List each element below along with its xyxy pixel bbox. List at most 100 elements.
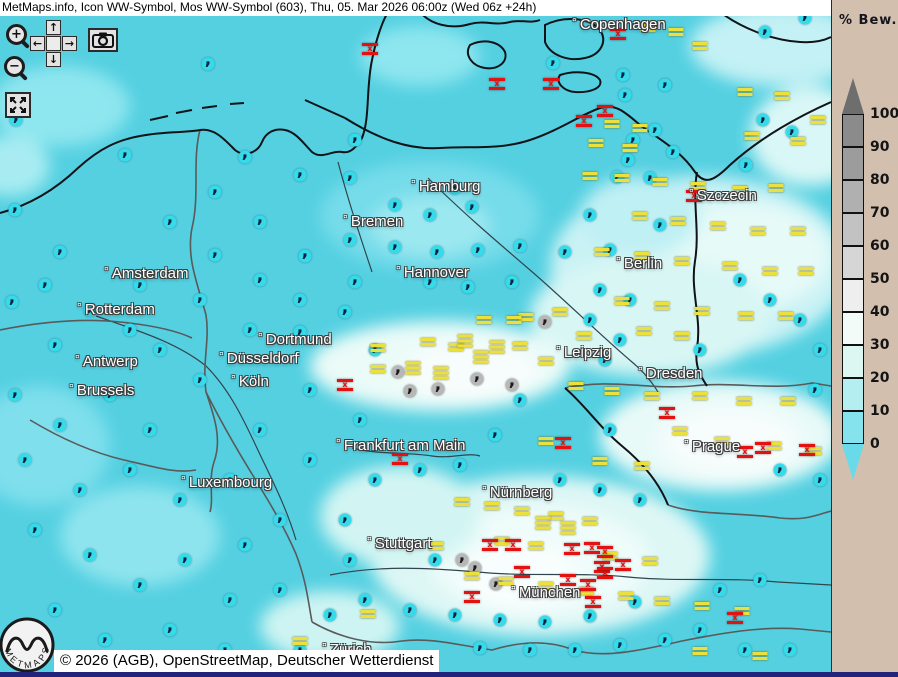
drizzle-icon [124, 464, 137, 477]
mist-icon [371, 344, 386, 352]
map-canvas[interactable]: °Copenhagen°Hamburg°Bremen°Hannover°Amst… [0, 16, 831, 677]
pan-down-button[interactable]: ↓ [46, 52, 61, 67]
city-label: °Berlin [616, 254, 662, 272]
drizzle-icon [164, 624, 177, 637]
drizzle-icon [54, 246, 67, 259]
mist-icon [673, 427, 688, 435]
legend-segment [842, 213, 864, 246]
drizzle-icon [714, 584, 727, 597]
drizzle-icon [254, 274, 267, 287]
city-marker-icon: ° [638, 364, 643, 378]
fog-icon [536, 517, 551, 530]
snapshot-button[interactable] [88, 28, 118, 52]
drizzle-icon [494, 614, 507, 627]
basemap [0, 16, 831, 677]
legend-arrow-bottom [842, 444, 864, 480]
city-label: °München [511, 583, 581, 601]
drizzle-icon [649, 124, 662, 137]
drizzle-icon [29, 524, 42, 537]
camera-icon [92, 32, 114, 48]
drizzle-icon [694, 624, 707, 637]
mist-icon [635, 462, 650, 470]
legend-segment [842, 114, 864, 147]
mist-icon [739, 312, 754, 320]
fog-icon [474, 351, 489, 364]
city-marker-icon: ° [511, 583, 516, 597]
drizzle-icon [614, 639, 627, 652]
freezing-precip-icon [464, 591, 480, 603]
drizzle-gray-icon [456, 554, 469, 567]
freezing-precip-icon [659, 407, 675, 419]
drizzle-icon [239, 539, 252, 552]
drizzle-icon [554, 474, 567, 487]
freezing-precip-icon [543, 78, 559, 90]
city-name: Stuttgart [375, 535, 432, 552]
zoom-out-button[interactable]: − [4, 56, 28, 80]
drizzle-icon [740, 159, 753, 172]
drizzle-icon [6, 296, 19, 309]
drizzle-icon [134, 579, 147, 592]
pan-center [46, 36, 61, 51]
city-name: Düsseldorf [227, 350, 299, 367]
city-label: °Prague [684, 437, 740, 455]
drizzle-icon [431, 246, 444, 259]
city-marker-icon: ° [75, 352, 80, 366]
city-name: Hannover [404, 264, 469, 281]
metmaps-logo[interactable]: METMAPS [0, 616, 56, 674]
pan-left-button[interactable]: ← [30, 36, 45, 51]
freezing-precip-icon [576, 115, 592, 127]
drizzle-icon [547, 57, 560, 70]
drizzle-icon [344, 234, 357, 247]
city-name: Amsterdam [112, 265, 189, 282]
metmaps-app: MetMaps.info, Icon WW-Symbol, Mos WW-Sym… [0, 0, 898, 677]
drizzle-icon [144, 424, 157, 437]
drizzle-icon [99, 634, 112, 647]
city-marker-icon: ° [219, 349, 224, 363]
drizzle-icon [739, 644, 752, 657]
drizzle-icon [344, 554, 357, 567]
drizzle-icon [759, 26, 772, 39]
city-label: °Köln [231, 372, 269, 390]
legend-segment [842, 378, 864, 411]
mist-icon [791, 137, 806, 145]
legend-title: % Bew. [839, 14, 897, 27]
pan-right-button[interactable]: → [62, 36, 77, 51]
mist-icon [655, 597, 670, 605]
attribution: © 2026 (AGB), OpenStreetMap, Deutscher W… [54, 650, 439, 672]
mist-icon [653, 178, 668, 186]
freezing-precip-icon [585, 596, 601, 608]
city-marker-icon: ° [411, 177, 416, 191]
legend-tick-label: 20 [870, 371, 889, 385]
city-marker-icon: ° [689, 186, 694, 200]
drizzle-icon [124, 324, 137, 337]
drizzle-icon [304, 384, 317, 397]
mist-icon [675, 257, 690, 265]
drizzle-icon [164, 216, 177, 229]
title-bar: MetMaps.info, Icon WW-Symbol, Mos WW-Sym… [0, 0, 831, 16]
drizzle-gray-icon [432, 383, 445, 396]
drizzle-icon [274, 584, 287, 597]
mist-icon [645, 392, 660, 400]
mist-icon [465, 572, 480, 580]
window-bottom-bar [0, 672, 898, 677]
city-name: Leipzig [564, 344, 612, 361]
city-label: °Stuttgart [367, 534, 432, 552]
drizzle-gray-icon [539, 316, 552, 329]
drizzle-icon [454, 459, 467, 472]
pan-up-button[interactable]: ↑ [46, 20, 61, 35]
city-label: °Bremen [343, 212, 403, 230]
fullscreen-icon [9, 96, 27, 114]
city-name: Frankfurt am Main [344, 437, 466, 454]
freezing-precip-icon [615, 559, 631, 571]
fullscreen-button[interactable] [5, 92, 31, 118]
mist-icon [421, 338, 436, 346]
mist-icon [633, 124, 648, 132]
drizzle-icon [339, 306, 352, 319]
arrow-right-icon: → [65, 38, 74, 49]
freezing-precip-icon [597, 567, 613, 579]
freezing-precip-icon [799, 444, 815, 456]
drizzle-icon [202, 58, 215, 71]
legend-tick-label: 10 [870, 404, 889, 418]
zoom-in-button[interactable]: + [6, 24, 30, 48]
mist-icon [779, 312, 794, 320]
